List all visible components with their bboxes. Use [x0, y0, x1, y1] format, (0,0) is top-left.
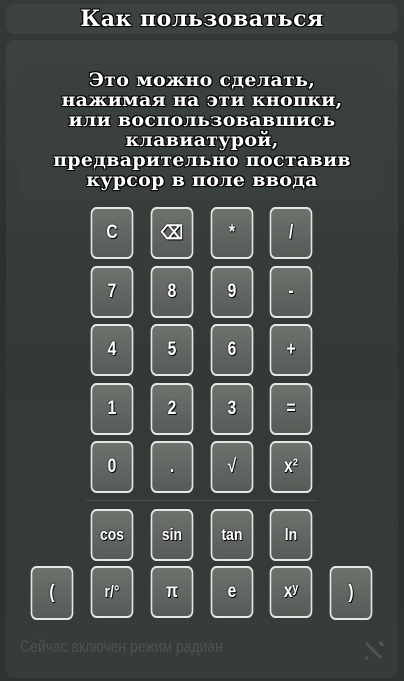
- instruction-line: Это можно сделать,: [88, 69, 316, 91]
- decimal-point-button[interactable]: .: [150, 441, 194, 493]
- instruction-line: или воспользовавшись: [68, 109, 336, 131]
- minus-button[interactable]: -: [269, 266, 313, 318]
- divider: [86, 500, 318, 501]
- digit-6-button[interactable]: 6: [210, 324, 254, 376]
- digit-7-button[interactable]: 7: [90, 266, 134, 318]
- digit-4-button[interactable]: 4: [90, 324, 134, 376]
- instruction-line: нажимая на эти кнопки,: [61, 89, 343, 111]
- angle-mode-button[interactable]: r/°: [90, 566, 134, 618]
- instruction-line: курсор в поле ввода: [86, 169, 318, 191]
- ln-button[interactable]: ln: [269, 509, 313, 561]
- digit-8-button[interactable]: 8: [150, 266, 194, 318]
- tan-button[interactable]: tan: [210, 509, 254, 561]
- instruction-line: клавиатурой,: [125, 129, 279, 151]
- digit-3-button[interactable]: 3: [210, 383, 254, 435]
- square-root-button[interactable]: √: [210, 441, 254, 493]
- power-button[interactable]: xʸ: [269, 566, 313, 618]
- instructions-text: Это можно сделать, нажимая на эти кнопки…: [8, 70, 396, 190]
- digit-1-button[interactable]: 1: [90, 383, 134, 435]
- digit-0-button[interactable]: 0: [90, 441, 134, 493]
- plus-button[interactable]: +: [269, 324, 313, 376]
- instruction-line: предварительно поставив: [53, 149, 351, 171]
- backspace-button[interactable]: ⌫: [150, 207, 194, 259]
- angle-mode-status: Сейчас включен режим радиан: [20, 637, 223, 656]
- cos-button[interactable]: cos: [90, 509, 134, 561]
- multiply-button[interactable]: *: [210, 207, 254, 259]
- clear-button[interactable]: C: [90, 207, 134, 259]
- divide-button[interactable]: /: [269, 207, 313, 259]
- sin-button[interactable]: sin: [150, 509, 194, 561]
- equals-button[interactable]: =: [269, 383, 313, 435]
- digit-9-button[interactable]: 9: [210, 266, 254, 318]
- pi-button[interactable]: π: [150, 566, 194, 618]
- page-title: Как пользоваться: [80, 6, 324, 32]
- square-button[interactable]: x²: [269, 441, 313, 493]
- digit-2-button[interactable]: 2: [150, 383, 194, 435]
- close-paren-button[interactable]: ): [329, 566, 373, 620]
- open-paren-button[interactable]: (: [30, 566, 74, 620]
- app-frame: Как пользоваться Это можно сделать, нажи…: [0, 0, 404, 681]
- title-bar: Как пользоваться: [6, 4, 398, 34]
- digit-5-button[interactable]: 5: [150, 324, 194, 376]
- euler-button[interactable]: e: [210, 566, 254, 618]
- tools-icon[interactable]: [362, 639, 386, 663]
